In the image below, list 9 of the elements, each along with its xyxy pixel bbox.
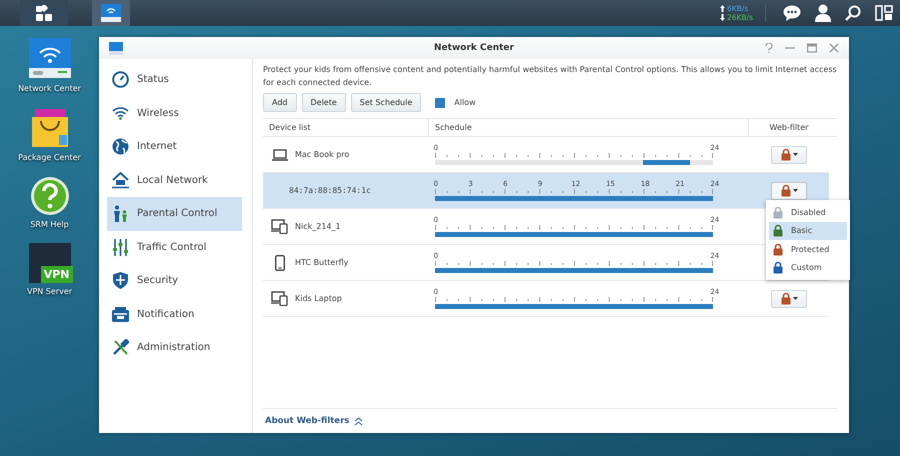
- legend-label: Allow: [454, 98, 476, 107]
- device-name: 84:7a:88:85:74:1c: [289, 186, 371, 195]
- window-title: Network Center: [434, 43, 514, 53]
- vpn-badge: VPN: [40, 266, 72, 283]
- device-name: Nick_214_1: [295, 222, 341, 231]
- device-name: HTC Butterfly: [295, 258, 348, 267]
- device-name: Mac Book pro: [295, 150, 350, 159]
- device-name: Kids Laptop: [295, 294, 342, 303]
- description-text: Protect your kids from offensive content and potentially harmful websites with Parental Control options. This allows you to limit Internet access for each connected device.: [263, 64, 837, 89]
